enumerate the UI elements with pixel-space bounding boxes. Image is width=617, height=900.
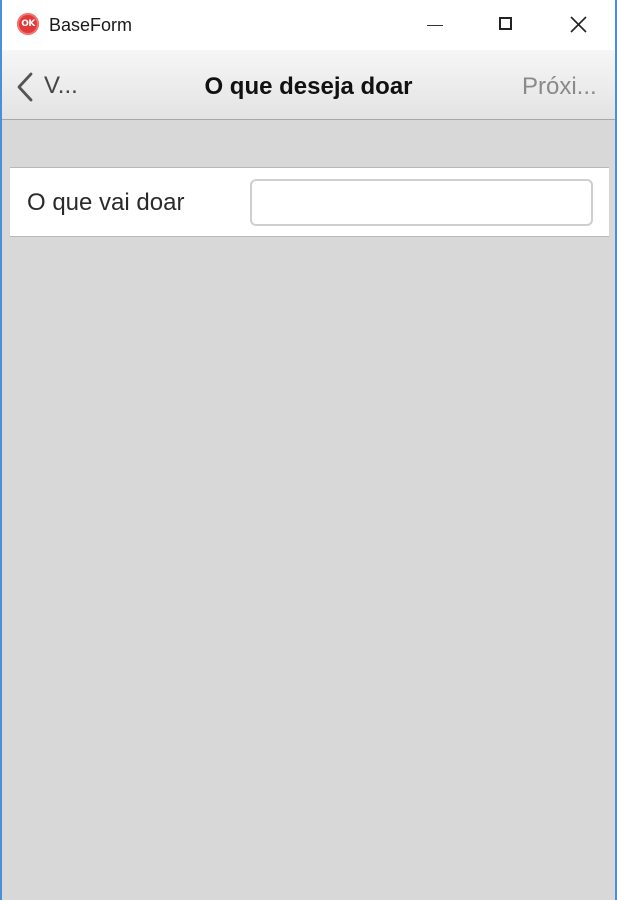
close-button[interactable] bbox=[542, 0, 612, 50]
app-icon: OK bbox=[17, 13, 39, 35]
donation-item-row: O que vai doar bbox=[10, 167, 609, 237]
chevron-left-icon bbox=[17, 72, 33, 102]
minimize-icon bbox=[427, 25, 443, 26]
back-button[interactable]: V... bbox=[12, 66, 92, 104]
window-title: BaseForm bbox=[49, 15, 133, 35]
app-window: OK BaseForm O que deseja doar V... Próxi… bbox=[0, 0, 617, 900]
donation-item-label: O que vai doar bbox=[27, 189, 185, 216]
navigation-bar: O que deseja doar V... Próxi... bbox=[2, 50, 615, 120]
donation-item-input[interactable] bbox=[250, 179, 593, 226]
app-icon-text: OK bbox=[21, 19, 35, 29]
minimize-button[interactable] bbox=[400, 0, 470, 50]
back-label: V... bbox=[44, 72, 78, 99]
maximize-icon bbox=[499, 17, 512, 30]
next-button[interactable]: Próxi... bbox=[522, 73, 597, 101]
title-bar[interactable]: OK BaseForm bbox=[2, 0, 615, 50]
close-icon bbox=[570, 16, 587, 33]
maximize-button[interactable] bbox=[471, 0, 541, 50]
